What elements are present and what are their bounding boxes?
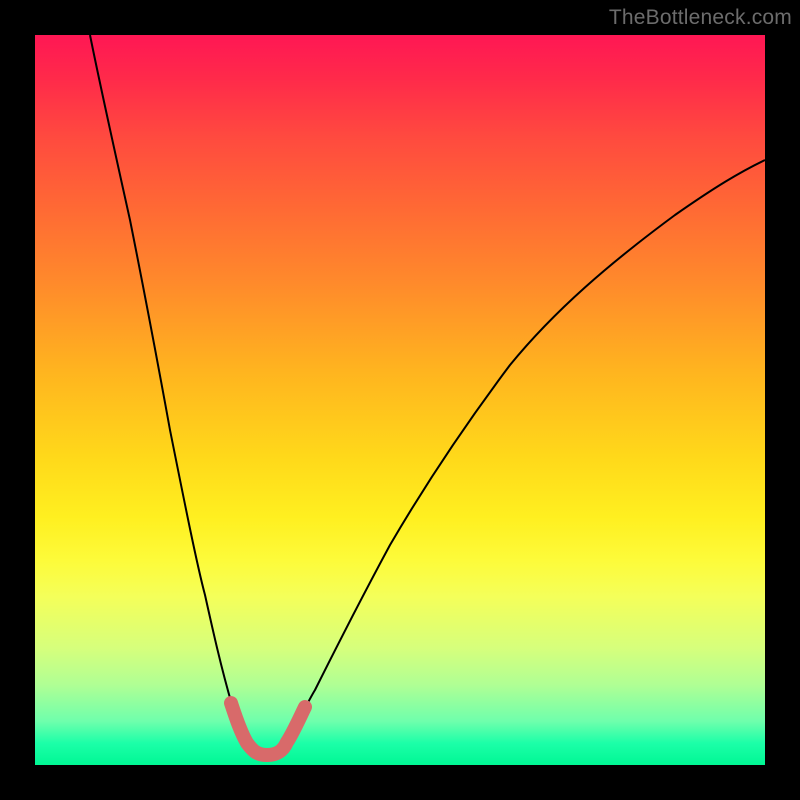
main-curve (90, 35, 765, 758)
curve-layer (35, 35, 765, 765)
watermark-text: TheBottleneck.com (609, 6, 792, 30)
plot-area (35, 35, 765, 765)
highlight-segment (231, 703, 305, 755)
chart-frame: TheBottleneck.com (0, 0, 800, 800)
